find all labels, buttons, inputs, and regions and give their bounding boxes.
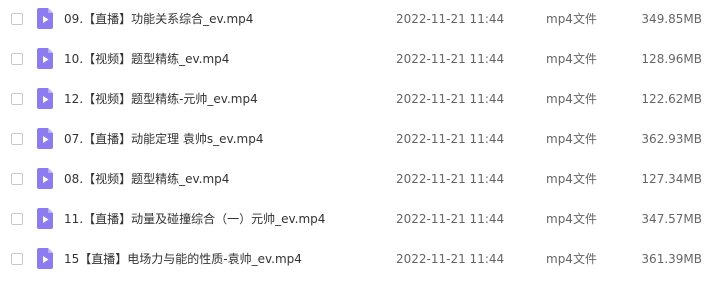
file-name[interactable]: 15【直播】电场力与能的性质-袁帅_ev.mp4 (64, 250, 302, 268)
file-name[interactable]: 09.【直播】功能关系综合_ev.mp4 (64, 10, 253, 28)
file-type: mp4文件 (546, 212, 597, 226)
row-checkbox[interactable] (11, 13, 23, 25)
file-date: 2022-11-21 11:44 (396, 252, 505, 266)
file-type: mp4文件 (546, 52, 597, 66)
row-checkbox[interactable] (11, 93, 23, 105)
file-type: mp4文件 (546, 172, 597, 186)
row-checkbox[interactable] (11, 133, 23, 145)
file-row[interactable]: 07.【直播】动能定理 袁帅s_ev.mp4 2022-11-21 11:44 … (0, 120, 720, 160)
video-file-icon (37, 248, 53, 269)
file-name[interactable]: 11.【直播】动量及碰撞综合（一）元帅_ev.mp4 (64, 210, 325, 228)
file-name[interactable]: 08.【视频】题型精练_ev.mp4 (64, 170, 229, 188)
file-size: 361.39MB (641, 252, 702, 266)
file-type: mp4文件 (546, 252, 597, 266)
file-size: 127.34MB (641, 172, 702, 186)
video-file-icon (37, 8, 53, 29)
video-file-icon (37, 128, 53, 149)
file-date: 2022-11-21 11:44 (396, 212, 505, 226)
video-file-icon (37, 48, 53, 69)
file-size: 347.57MB (641, 212, 702, 226)
file-name[interactable]: 07.【直播】动能定理 袁帅s_ev.mp4 (64, 130, 263, 148)
row-checkbox[interactable] (11, 53, 23, 65)
file-row[interactable]: 11.【直播】动量及碰撞综合（一）元帅_ev.mp4 2022-11-21 11… (0, 200, 720, 240)
video-file-icon (37, 88, 53, 109)
file-row[interactable]: 10.【视频】题型精练_ev.mp4 2022-11-21 11:44 mp4文… (0, 40, 720, 80)
video-file-icon (37, 208, 53, 229)
row-checkbox[interactable] (11, 213, 23, 225)
file-row[interactable]: 15【直播】电场力与能的性质-袁帅_ev.mp4 2022-11-21 11:4… (0, 240, 720, 280)
row-checkbox[interactable] (11, 253, 23, 265)
video-file-icon (37, 168, 53, 189)
file-size: 128.96MB (641, 52, 702, 66)
file-date: 2022-11-21 11:44 (396, 52, 505, 66)
file-type: mp4文件 (546, 92, 597, 106)
file-date: 2022-11-21 11:44 (396, 172, 505, 186)
file-row[interactable]: 08.【视频】题型精练_ev.mp4 2022-11-21 11:44 mp4文… (0, 160, 720, 200)
file-type: mp4文件 (546, 132, 597, 146)
file-name[interactable]: 10.【视频】题型精练_ev.mp4 (64, 50, 229, 68)
file-list: 09.【直播】功能关系综合_ev.mp4 2022-11-21 11:44 mp… (0, 0, 720, 286)
file-row[interactable]: 12.【视频】题型精练-元帅_ev.mp4 2022-11-21 11:44 m… (0, 80, 720, 120)
file-name[interactable]: 12.【视频】题型精练-元帅_ev.mp4 (64, 90, 258, 108)
file-type: mp4文件 (546, 12, 597, 26)
file-date: 2022-11-21 11:44 (396, 92, 505, 106)
file-size: 362.93MB (641, 132, 702, 146)
file-size: 122.62MB (641, 92, 702, 106)
file-date: 2022-11-21 11:44 (396, 12, 505, 26)
file-date: 2022-11-21 11:44 (396, 132, 505, 146)
file-size: 349.85MB (641, 12, 702, 26)
row-checkbox[interactable] (11, 173, 23, 185)
file-row[interactable]: 09.【直播】功能关系综合_ev.mp4 2022-11-21 11:44 mp… (0, 0, 720, 40)
